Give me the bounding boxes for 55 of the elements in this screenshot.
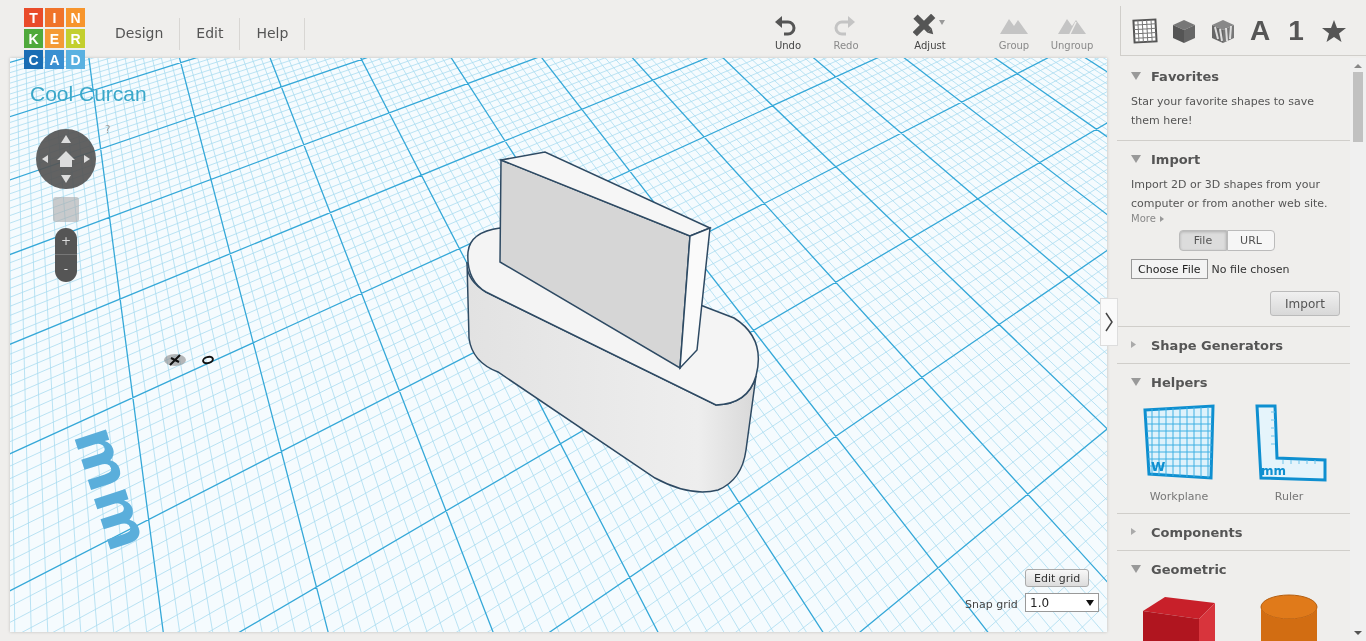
shape-category-tab[interactable]: A <box>1242 14 1278 47</box>
section-header[interactable]: Favorites <box>1151 68 1219 84</box>
striped-cube-icon[interactable] <box>1209 17 1236 44</box>
section-description: Star your favorite shapes to save them here! <box>1131 94 1315 129</box>
caret-down-icon[interactable] <box>1131 378 1141 386</box>
logo-tile: C <box>24 50 43 69</box>
section-description: Import 2D or 3D shapes from your computer or from another web site. <box>1131 177 1329 212</box>
unit-label: mm <box>59 417 166 559</box>
logo-tile: D <box>66 50 85 69</box>
scroll-up-icon[interactable] <box>1354 64 1362 68</box>
chevron-right-icon <box>1105 312 1113 332</box>
shape-label: Workplane <box>1149 490 1209 503</box>
section-header[interactable]: Helpers <box>1151 374 1208 390</box>
sidebar-toggle-button[interactable] <box>1100 298 1118 346</box>
shape-label: Ruler <box>1274 490 1304 503</box>
logo-tile: E <box>45 29 64 48</box>
menu-item[interactable]: Edit <box>188 18 241 50</box>
scroll-down-icon[interactable] <box>1354 631 1362 635</box>
file-status: No file chosen <box>1211 262 1290 276</box>
logo-tile: I <box>45 8 64 27</box>
edit-grid-button[interactable]: Edit grid <box>1025 569 1090 587</box>
zoom-in-button[interactable]: + <box>55 228 77 255</box>
logo-tile: T <box>24 8 43 27</box>
orbit-control-icon[interactable] <box>35 128 97 190</box>
import-source-tab[interactable]: File <box>1179 230 1227 251</box>
scrollbar[interactable] <box>1350 58 1366 641</box>
logo-tile: R <box>66 29 85 48</box>
scrollbar-thumb[interactable] <box>1353 72 1363 142</box>
zoom-out-button[interactable]: - <box>55 255 77 282</box>
ruler-pencil-icon <box>913 14 947 38</box>
section-header[interactable]: Shape Generators <box>1151 337 1284 353</box>
ring-marker-icon <box>201 355 215 365</box>
choose-file-button[interactable]: Choose File <box>1131 259 1208 279</box>
logo-tile: A <box>45 50 64 69</box>
import-source-tab[interactable]: URL <box>1227 230 1275 251</box>
adjust-button[interactable]: Adjust <box>902 0 958 58</box>
logo-tile: K <box>24 29 43 48</box>
grid-icon[interactable] <box>1131 17 1158 44</box>
caret-down-icon[interactable] <box>1131 155 1141 163</box>
undo-button[interactable]: Undo <box>760 0 816 58</box>
cross-marker-icon <box>164 353 186 367</box>
caret-down-icon[interactable] <box>1131 565 1141 573</box>
section-header[interactable]: Components <box>1151 524 1243 540</box>
logo-tile: N <box>66 8 85 27</box>
section-header[interactable]: Import <box>1151 151 1201 167</box>
dropdown-arrow-icon <box>1086 599 1094 606</box>
section-header[interactable]: Geometric <box>1151 561 1227 577</box>
caret-right-icon <box>1159 215 1164 222</box>
caret-down-icon[interactable] <box>1131 72 1141 80</box>
shape-category-tab[interactable]: 1 <box>1278 14 1314 47</box>
import-button[interactable]: Import <box>1270 291 1340 316</box>
menu-item[interactable]: Design <box>107 18 181 50</box>
menu-item[interactable]: Help <box>248 18 306 50</box>
cube-icon[interactable] <box>1170 17 1197 44</box>
snap-grid-dropdown[interactable]: 1.0 <box>1025 593 1099 612</box>
